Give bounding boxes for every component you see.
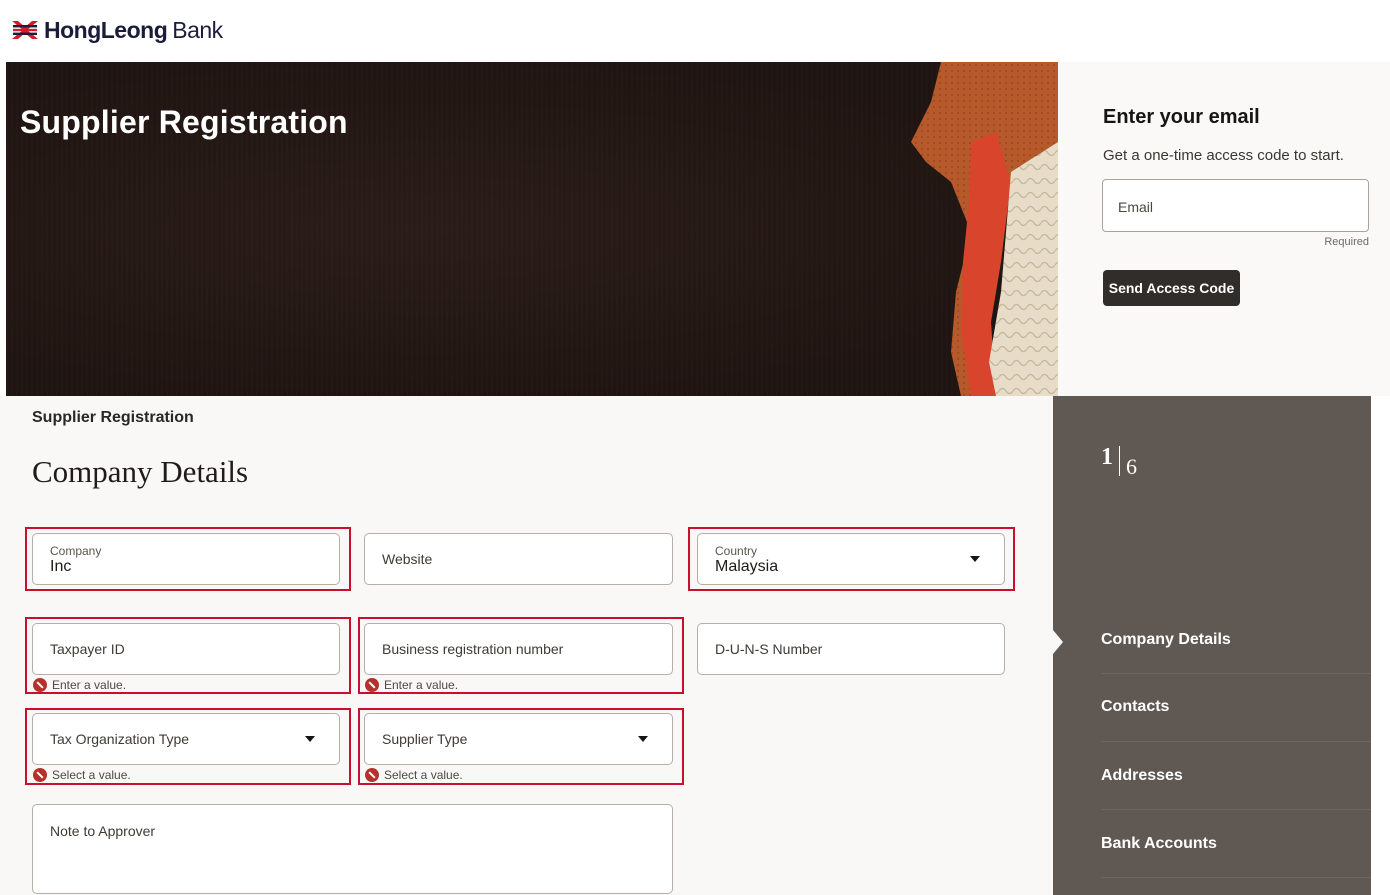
step-contacts[interactable]: Contacts [1101, 698, 1169, 716]
step-divider-line [1101, 741, 1371, 742]
tax-organization-type-error-text: Select a value. [52, 768, 131, 782]
business-registration-input[interactable]: Business registration number [364, 623, 673, 675]
step-divider-line [1101, 877, 1371, 878]
tax-organization-type-select[interactable]: Tax Organization Type [32, 713, 340, 765]
email-panel: Enter your email Get a one-time access c… [1058, 62, 1390, 396]
breadcrumb: Supplier Registration [32, 409, 194, 426]
company-input[interactable]: Company Inc [32, 533, 340, 585]
chevron-down-icon[interactable] [305, 736, 315, 742]
company-label: Company [50, 544, 102, 558]
current-step-pointer [1053, 630, 1063, 654]
email-panel-subtitle: Get a one-time access code to start. [1103, 147, 1344, 164]
step-company-details[interactable]: Company Details [1101, 631, 1231, 649]
error-icon [33, 768, 47, 782]
note-to-approver-textarea[interactable]: Note to Approver [32, 804, 673, 894]
chevron-down-icon[interactable] [638, 736, 648, 742]
hero-title: Supplier Registration [20, 104, 348, 140]
email-input[interactable]: Email [1102, 179, 1369, 232]
hong-leong-bank-logo[interactable]: HongLeong Bank [10, 14, 223, 46]
tax-organization-type-error: Select a value. [33, 768, 131, 782]
brand-name-bold: HongLeong [44, 16, 168, 43]
supplier-type-label: Supplier Type [382, 731, 468, 747]
decorative-artwork [911, 62, 1058, 396]
country-select[interactable]: Country Malaysia [697, 533, 1005, 585]
step-divider-line [1101, 673, 1371, 674]
current-step-number: 1 [1101, 444, 1113, 470]
supplier-type-select[interactable]: Supplier Type [364, 713, 673, 765]
email-required-hint: Required [1324, 236, 1369, 248]
duns-number-label: D-U-N-S Number [715, 641, 823, 657]
company-details-form: Supplier Registration Company Details Co… [0, 396, 1053, 895]
hero-banner: Supplier Registration [6, 62, 1058, 396]
company-value: Inc [50, 558, 72, 575]
supplier-type-error: Select a value. [365, 768, 463, 782]
bank-logo-icon [12, 21, 38, 39]
step-sidebar: 1 6 Company Details Contacts Addresses B… [1053, 396, 1390, 895]
note-to-approver-label: Note to Approver [50, 823, 156, 839]
step-divider-line [1101, 809, 1371, 810]
taxpayer-id-input[interactable]: Taxpayer ID [32, 623, 340, 675]
business-registration-error: Enter a value. [365, 678, 458, 692]
error-icon [365, 678, 379, 692]
email-panel-title: Enter your email [1103, 106, 1260, 128]
business-registration-label: Business registration number [382, 641, 564, 657]
error-icon [33, 678, 47, 692]
website-label: Website [382, 551, 433, 567]
chevron-down-icon[interactable] [970, 556, 980, 562]
tax-organization-type-label: Tax Organization Type [50, 731, 190, 747]
taxpayer-id-label: Taxpayer ID [50, 641, 125, 657]
country-value: Malaysia [715, 558, 779, 575]
page-title: Company Details [32, 454, 249, 489]
taxpayer-id-error: Enter a value. [33, 678, 126, 692]
error-icon [365, 768, 379, 782]
email-input-label: Email [1118, 199, 1154, 215]
taxpayer-id-error-text: Enter a value. [52, 678, 127, 692]
duns-number-input[interactable]: D-U-N-S Number [697, 623, 1005, 675]
supplier-type-error-text: Select a value. [384, 768, 463, 782]
step-addresses[interactable]: Addresses [1101, 767, 1183, 785]
step-counter: 1 6 [1101, 444, 1137, 480]
send-access-code-button[interactable]: Send Access Code [1103, 270, 1240, 306]
step-bank-accounts[interactable]: Bank Accounts [1101, 835, 1217, 853]
step-divider [1119, 446, 1120, 476]
country-label: Country [715, 544, 758, 558]
header-bar: HongLeong Bank [0, 0, 1390, 62]
brand-name-light: Bank [172, 16, 223, 43]
website-input[interactable]: Website [364, 533, 673, 585]
business-registration-error-text: Enter a value. [384, 678, 459, 692]
page-right-margin [1371, 396, 1390, 895]
total-steps-number: 6 [1126, 454, 1137, 479]
